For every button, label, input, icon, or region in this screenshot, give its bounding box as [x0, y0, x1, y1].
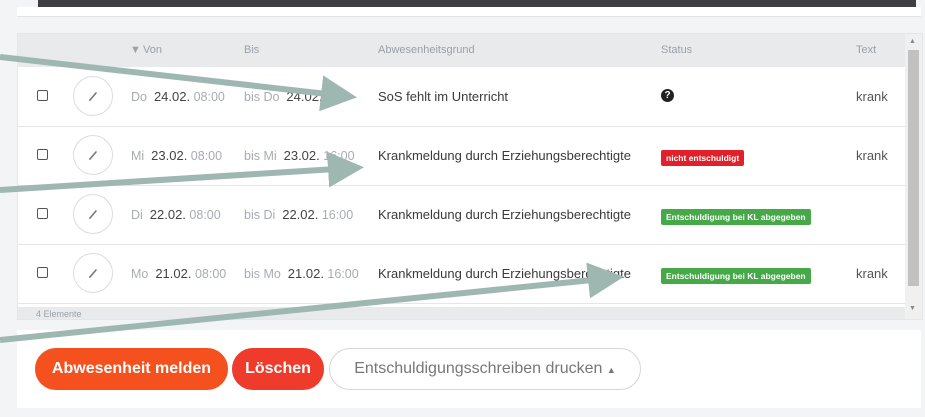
- annotation-arrows: [0, 54, 624, 343]
- arrow-1: [0, 54, 357, 112]
- arrow-3: [0, 262, 624, 343]
- arrow-2: [0, 151, 364, 193]
